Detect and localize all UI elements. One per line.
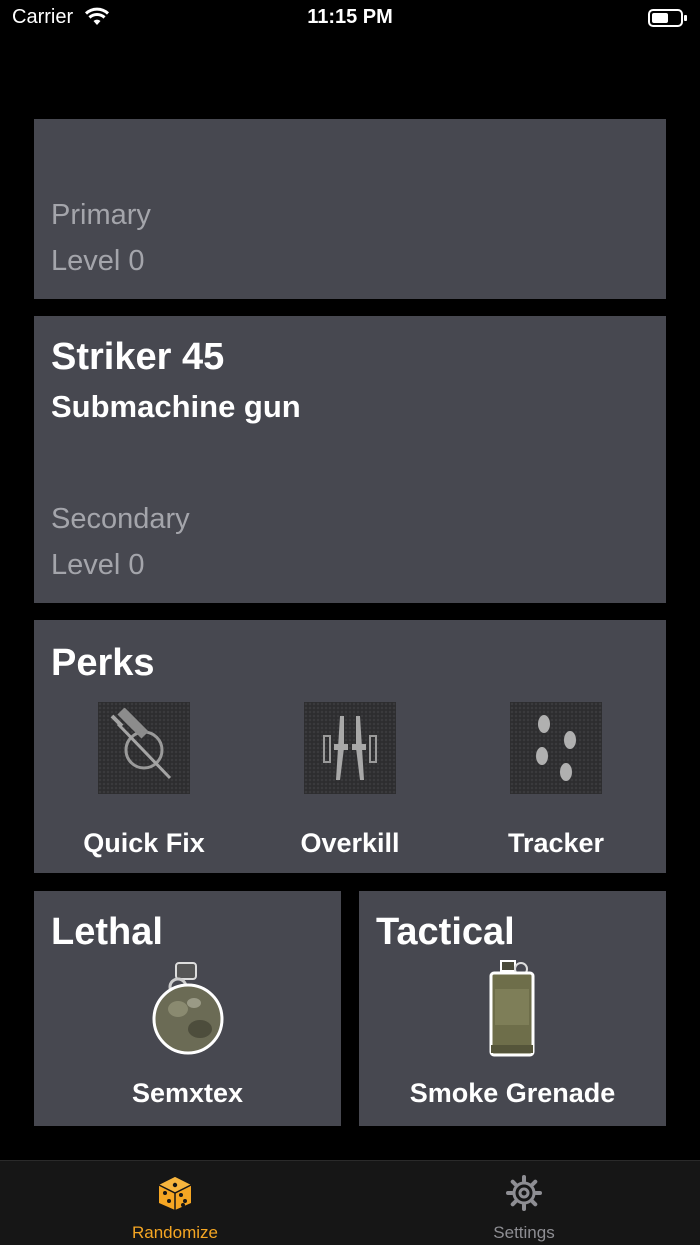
weapon-level-label: Level 0 — [51, 245, 145, 277]
tab-label: Randomize — [132, 1223, 218, 1242]
primary-weapon-card[interactable]: Primary Level 0 — [34, 119, 666, 299]
battery-icon — [648, 8, 688, 33]
weapon-level-label: Level 0 — [51, 549, 145, 581]
tactical-title: Tactical — [376, 911, 515, 953]
lethal-item-label: Semxtex — [131, 1078, 244, 1108]
twin-rifles-icon — [304, 702, 396, 794]
perk-quick-fix[interactable]: Quick Fix — [44, 702, 244, 859]
weapon-slot-label: Primary — [51, 199, 151, 231]
perks-title: Perks — [51, 642, 155, 684]
lethal-title: Lethal — [51, 911, 163, 953]
gear-icon — [506, 1175, 542, 1216]
clock: 11:15 PM — [307, 6, 393, 28]
tab-randomize[interactable]: Randomize — [75, 1161, 275, 1245]
lethal-card[interactable]: Lethal Semxtex — [34, 891, 341, 1126]
perk-overkill[interactable]: Overkill — [250, 702, 450, 859]
tactical-card[interactable]: Tactical Smoke Grenade — [359, 891, 666, 1126]
tab-bar: Randomize Settings — [0, 1160, 700, 1245]
semtex-grenade-icon — [148, 959, 228, 1057]
weapon-name: Striker 45 — [51, 336, 225, 378]
syringe-icon — [98, 702, 190, 794]
secondary-weapon-card[interactable]: Striker 45 Submachine gun Secondary Leve… — [34, 316, 666, 603]
perk-tracker[interactable]: Tracker — [456, 702, 656, 859]
perks-card: Perks Quick Fix Overkill Tracker — [34, 620, 666, 873]
perk-label: Quick Fix — [83, 828, 205, 858]
status-bar: Carrier 11:15 PM — [0, 0, 700, 36]
perk-label: Overkill — [300, 828, 400, 858]
tab-settings[interactable]: Settings — [424, 1161, 624, 1245]
dice-icon — [157, 1175, 193, 1216]
footprints-icon — [510, 702, 602, 794]
weapon-slot-label: Secondary — [51, 503, 190, 535]
weapon-category: Submachine gun — [51, 389, 301, 424]
tab-label: Settings — [493, 1223, 555, 1242]
tactical-item-label: Smoke Grenade — [409, 1078, 616, 1108]
smoke-grenade-icon — [487, 959, 537, 1059]
perk-label: Tracker — [507, 828, 605, 858]
